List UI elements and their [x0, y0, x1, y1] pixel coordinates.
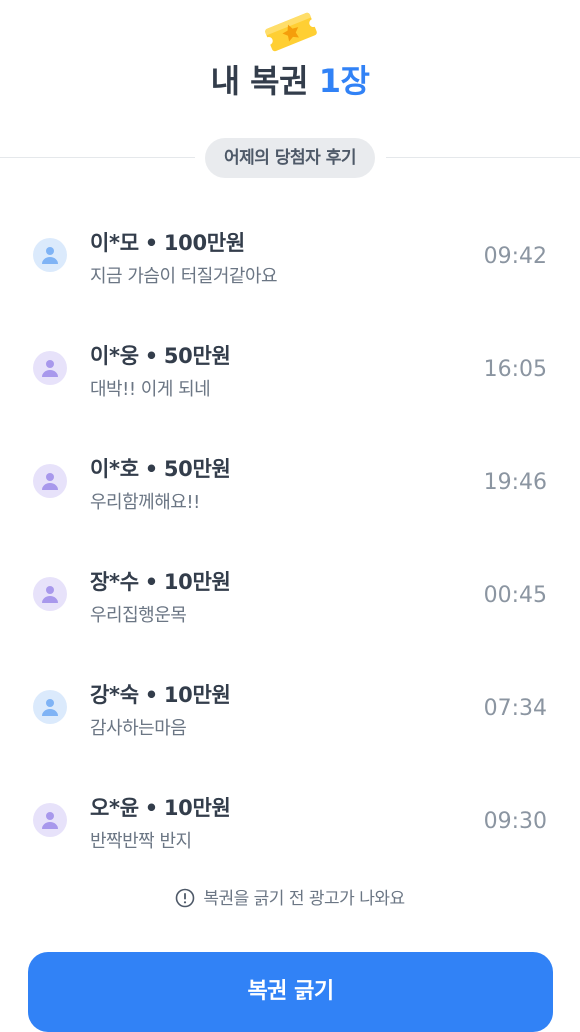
- winner-name: 이*웅: [90, 344, 139, 368]
- review-time: 16:05: [483, 357, 547, 382]
- prize-amount: 10만원: [163, 796, 231, 820]
- winner-name: 강*숙: [90, 683, 139, 707]
- separator: •: [144, 683, 158, 707]
- prize-amount: 50만원: [163, 457, 231, 481]
- ticket-star-icon: [262, 8, 320, 56]
- review-time: 09:42: [483, 244, 547, 269]
- winner-name: 이*모: [90, 231, 139, 255]
- scratch-ticket-button[interactable]: 복권 긁기: [28, 952, 553, 1032]
- person-icon: [42, 812, 58, 829]
- person-icon: [42, 360, 58, 377]
- winner-comment: 우리집행운목: [90, 605, 187, 626]
- person-icon: [42, 586, 58, 603]
- review-time: 07:34: [483, 696, 547, 721]
- list-item: 이*모 • 100만원 지금 가슴이 터질거같아요 09:42: [0, 200, 580, 313]
- avatar: [33, 577, 67, 611]
- winner-title: 오*윤 • 10만원: [90, 792, 231, 822]
- prize-amount: 50만원: [163, 344, 231, 368]
- separator: •: [144, 457, 158, 481]
- review-time: 09:30: [483, 809, 547, 834]
- winner-title: 이*웅 • 50만원: [90, 340, 231, 370]
- list-item: 이*호 • 50만원 우리함께해요!! 19:46: [0, 426, 580, 539]
- avatar: [33, 238, 67, 272]
- winner-comment: 우리함께해요!!: [90, 492, 200, 513]
- winner-review-list: 이*모 • 100만원 지금 가슴이 터질거같아요 09:42 이*웅 • 50만원 대…: [0, 200, 580, 878]
- person-icon: [42, 473, 58, 490]
- title-prefix: 내 복권: [210, 62, 309, 100]
- divider-left: [0, 157, 195, 158]
- page-title: 내 복권 1장: [0, 56, 580, 102]
- prize-amount: 10만원: [163, 570, 231, 594]
- list-item: 장*수 • 10만원 우리집행운목 00:45: [0, 539, 580, 652]
- winner-title: 강*숙 • 10만원: [90, 679, 231, 709]
- review-time: 00:45: [483, 583, 547, 608]
- avatar: [33, 464, 67, 498]
- review-time: 19:46: [483, 470, 547, 495]
- winner-title: 장*수 • 10만원: [90, 566, 231, 596]
- winner-title: 이*모 • 100만원: [90, 227, 245, 257]
- winner-title: 이*호 • 50만원: [90, 453, 231, 483]
- list-item: 오*윤 • 10만원 반짝반짝 반지 09:30: [0, 765, 580, 878]
- divider-right: [386, 157, 580, 158]
- notice-text: 복권을 긁기 전 광고가 나와요: [203, 889, 405, 909]
- separator: •: [144, 570, 158, 594]
- person-icon: [42, 247, 58, 264]
- prize-amount: 100만원: [163, 231, 245, 255]
- avatar: [33, 690, 67, 724]
- list-item: 이*웅 • 50만원 대박!! 이게 되네 16:05: [0, 313, 580, 426]
- separator: •: [144, 344, 158, 368]
- winner-comment: 지금 가슴이 터질거같아요: [90, 266, 278, 287]
- separator: •: [144, 231, 158, 255]
- winner-comment: 감사하는마음: [90, 718, 187, 739]
- ad-notice: 복권을 긁기 전 광고가 나와요: [0, 884, 580, 909]
- info-circle-icon: [176, 888, 195, 908]
- avatar: [33, 803, 67, 837]
- winner-comment: 대박!! 이게 되네: [90, 379, 211, 400]
- section-label: 어제의 당첨자 후기: [205, 138, 375, 178]
- winner-comment: 반짝반짝 반지: [90, 831, 192, 852]
- winner-name: 이*호: [90, 457, 139, 481]
- person-icon: [42, 699, 58, 716]
- ticket-count: 1장: [318, 62, 370, 100]
- list-item: 강*숙 • 10만원 감사하는마음 07:34: [0, 652, 580, 765]
- avatar: [33, 351, 67, 385]
- separator: •: [144, 796, 158, 820]
- winner-name: 오*윤: [90, 796, 139, 820]
- winner-name: 장*수: [90, 570, 139, 594]
- prize-amount: 10만원: [163, 683, 231, 707]
